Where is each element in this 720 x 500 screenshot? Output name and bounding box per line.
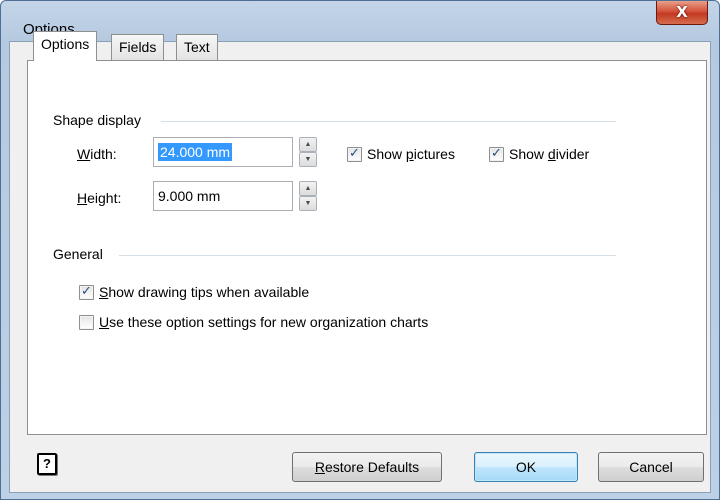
drawing-tips-text: how drawing tips when available (108, 284, 310, 300)
close-icon: X (676, 3, 688, 21)
help-icon: ? (43, 456, 51, 471)
height-label-text: eight: (87, 190, 122, 206)
width-input[interactable]: 24.000 mm (153, 137, 293, 167)
tab-options-label: Options (41, 36, 90, 52)
height-value: 9.000 mm (158, 188, 221, 204)
height-input[interactable]: 9.000 mm (153, 181, 293, 211)
show-pictures-access-key: p (405, 146, 414, 162)
ok-button-label: OK (515, 459, 537, 475)
check-icon: ✓ (81, 284, 92, 299)
show-pictures-text-post: ictures (413, 146, 455, 162)
drawing-tips-checkbox[interactable]: ✓ (79, 284, 94, 300)
show-divider-checkbox[interactable]: ✓ (489, 146, 504, 162)
width-spin-down-button[interactable]: ▼ (299, 152, 317, 167)
ok-button[interactable]: OK (474, 452, 578, 482)
use-settings-access-key: U (99, 314, 110, 330)
close-button[interactable]: X (656, 1, 708, 25)
cancel-button-label: Cancel (629, 459, 673, 475)
tab-fields-label: Fields (119, 39, 157, 55)
help-button[interactable]: ? (37, 453, 57, 475)
height-label: Height: (77, 190, 121, 206)
height-spin-up-button[interactable]: ▲ (299, 181, 317, 196)
general-divider (119, 255, 616, 256)
show-pictures-text-pre: Show (367, 146, 406, 162)
general-group-label: General (53, 246, 107, 262)
show-pictures-label[interactable]: Show pictures (367, 146, 455, 162)
height-spin-down-button[interactable]: ▼ (299, 196, 317, 211)
height-label-access-key: H (77, 190, 88, 206)
show-pictures-checkbox[interactable]: ✓ (347, 146, 362, 162)
restore-defaults-access-key: R (314, 459, 325, 475)
check-icon: ✓ (349, 146, 360, 161)
check-icon: ✓ (491, 146, 502, 161)
use-settings-text: se these option settings for new organiz… (109, 314, 429, 330)
show-divider-access-key: d (547, 146, 556, 162)
width-spin-up-button[interactable]: ▲ (299, 137, 317, 152)
width-label: Width: (77, 146, 117, 162)
drawing-tips-access-key: S (99, 284, 109, 300)
spin-up-icon: ▲ (304, 185, 312, 192)
use-settings-label[interactable]: Use these option settings for new organi… (99, 314, 428, 330)
options-dialog: Options X Options Fields Text Shape disp… (0, 0, 720, 500)
show-divider-text-pre: Show (509, 146, 548, 162)
tab-options[interactable]: Options (33, 31, 98, 61)
show-divider-text-post: ivider (555, 146, 590, 162)
width-value: 24.000 mm (158, 143, 233, 161)
width-label-access-key: W (77, 146, 91, 162)
use-settings-checkbox[interactable] (79, 315, 94, 330)
restore-defaults-button[interactable]: Restore Defaults (292, 452, 442, 482)
spin-down-icon: ▼ (304, 200, 312, 207)
spin-down-icon: ▼ (304, 156, 312, 163)
title-bar[interactable]: Options X (1, 1, 719, 41)
cancel-button[interactable]: Cancel (598, 452, 704, 482)
width-label-text: idth: (90, 146, 117, 162)
spin-up-icon: ▲ (304, 141, 312, 148)
show-divider-label[interactable]: Show divider (509, 146, 589, 162)
shape-display-divider (161, 121, 616, 122)
tab-fields[interactable]: Fields (111, 34, 165, 60)
shape-display-group-label: Shape display (53, 112, 145, 128)
tab-text[interactable]: Text (176, 34, 218, 60)
height-spinner: ▲ ▼ (299, 181, 317, 211)
width-spinner: ▲ ▼ (299, 137, 317, 167)
restore-defaults-label: estore Defaults (324, 459, 420, 475)
tab-text-label: Text (184, 39, 210, 55)
drawing-tips-label[interactable]: Show drawing tips when available (99, 284, 309, 300)
